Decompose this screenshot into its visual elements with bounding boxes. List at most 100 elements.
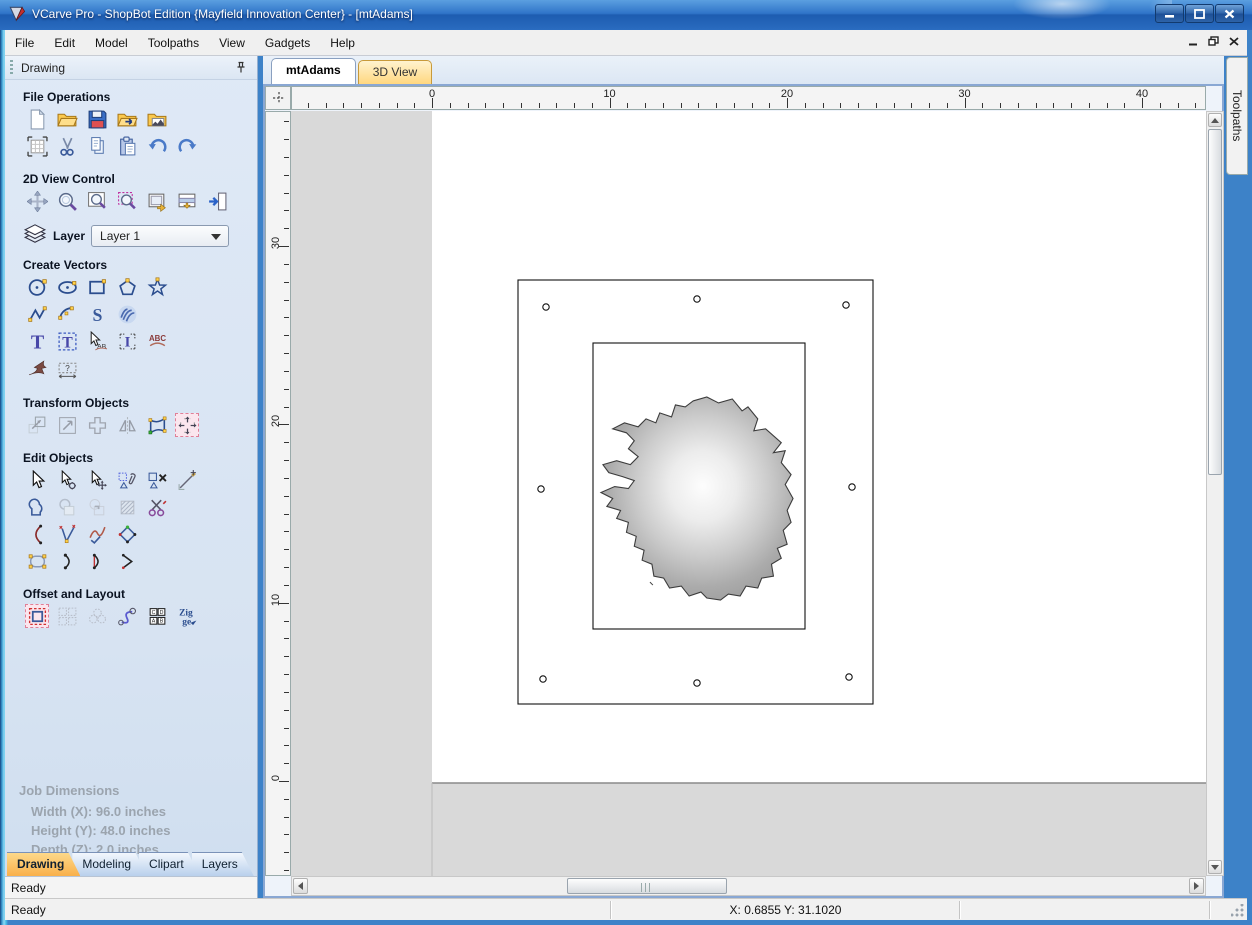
doc-tab-3d-view[interactable]: 3D View: [357, 60, 433, 84]
mirror-objects-icon[interactable]: [115, 413, 139, 437]
panel-grip[interactable]: [10, 60, 13, 76]
group-objects-icon[interactable]: [115, 468, 139, 492]
offset-vectors-icon[interactable]: [25, 604, 49, 628]
trace-bitmap-icon[interactable]: [25, 356, 49, 380]
arc-text-icon[interactable]: ABC: [145, 329, 169, 353]
copy-along-vectors-icon[interactable]: [115, 604, 139, 628]
join-vectors-line-icon[interactable]: [85, 549, 109, 573]
cut-icon[interactable]: [55, 134, 79, 158]
menu-view[interactable]: View: [209, 32, 255, 54]
job-setup-icon[interactable]: [25, 134, 49, 158]
select-tool-icon[interactable]: [25, 468, 49, 492]
fit-curve-icon[interactable]: [55, 522, 79, 546]
zoom-selection-icon[interactable]: [115, 189, 139, 213]
redo-icon[interactable]: [175, 134, 199, 158]
maximize-button[interactable]: [1185, 4, 1214, 23]
array-copy-icon[interactable]: [55, 604, 79, 628]
join-vectors-curve-icon[interactable]: [115, 549, 139, 573]
undo-icon[interactable]: [145, 134, 169, 158]
tab-drawing[interactable]: Drawing: [7, 852, 80, 876]
align-centre-icon[interactable]: [85, 413, 109, 437]
draw-ellipse-icon[interactable]: [55, 275, 79, 299]
measure-tool-icon[interactable]: [175, 468, 199, 492]
move-objects-icon[interactable]: [25, 413, 49, 437]
close-vector-icon[interactable]: [115, 522, 139, 546]
menu-model[interactable]: Model: [85, 32, 138, 54]
copy-icon[interactable]: [85, 134, 109, 158]
vertical-scroll-thumb[interactable]: [1208, 129, 1222, 475]
drill-hole[interactable]: [537, 485, 545, 493]
nesting-icon[interactable]: CDAB: [145, 604, 169, 628]
text-box-icon[interactable]: T: [55, 329, 79, 353]
draw-star-icon[interactable]: [145, 275, 169, 299]
drill-hole[interactable]: [539, 675, 547, 683]
node-edit-tool-icon[interactable]: [55, 468, 79, 492]
weld-vectors-icon[interactable]: [25, 495, 49, 519]
menu-file[interactable]: File: [5, 32, 44, 54]
minimize-button[interactable]: [1155, 4, 1184, 23]
ruler-origin-box[interactable]: [265, 86, 291, 110]
subtract-vectors-icon[interactable]: [55, 495, 79, 519]
pin-icon[interactable]: [235, 61, 247, 77]
drill-hole[interactable]: [542, 303, 550, 311]
doc-tab-mtadams[interactable]: mtAdams: [271, 58, 356, 84]
resize-grip[interactable]: [1231, 904, 1244, 917]
fill-vectors-icon[interactable]: [115, 495, 139, 519]
draw-polyline-icon[interactable]: [25, 302, 49, 326]
transform-tool-icon[interactable]: [85, 468, 109, 492]
text-select-icon[interactable]: I: [115, 329, 139, 353]
distort-object-icon[interactable]: [145, 413, 169, 437]
menu-toolpaths[interactable]: Toolpaths: [138, 32, 209, 54]
open-file-icon[interactable]: [55, 107, 79, 131]
draw-arc-icon[interactable]: [55, 302, 79, 326]
import-bitmap-icon[interactable]: [145, 107, 169, 131]
vector-texture-icon[interactable]: [115, 302, 139, 326]
text-on-curve-icon[interactable]: AB: [85, 329, 109, 353]
circular-copy-icon[interactable]: [85, 604, 109, 628]
draw-circle-icon[interactable]: [25, 275, 49, 299]
join-vectors-move-icon[interactable]: [55, 549, 79, 573]
draw-polygon-icon[interactable]: [115, 275, 139, 299]
zoom-drawing-icon[interactable]: [175, 189, 199, 213]
draw-curve-icon[interactable]: S: [85, 302, 109, 326]
ungroup-objects-icon[interactable]: [145, 468, 169, 492]
zoom-box-icon[interactable]: [85, 189, 109, 213]
mdi-restore-button[interactable]: [1208, 35, 1219, 49]
drill-hole[interactable]: [693, 679, 701, 687]
close-button[interactable]: [1215, 4, 1244, 23]
tab-layers[interactable]: Layers: [192, 852, 254, 876]
menu-gadgets[interactable]: Gadgets: [255, 32, 320, 54]
drawing-viewport[interactable]: [291, 111, 1206, 876]
pan-view-icon[interactable]: [25, 189, 49, 213]
save-file-icon[interactable]: [85, 107, 109, 131]
zigzag-vectors-icon[interactable]: Zig ge: [175, 604, 199, 628]
menu-edit[interactable]: Edit: [44, 32, 85, 54]
drill-hole[interactable]: [842, 301, 850, 309]
zoom-extents-icon[interactable]: [145, 189, 169, 213]
fit-line-icon[interactable]: [85, 522, 109, 546]
set-size-icon[interactable]: [55, 413, 79, 437]
dimension-icon[interactable]: ?: [55, 356, 79, 380]
mdi-close-button[interactable]: [1229, 35, 1239, 49]
vertical-scrollbar[interactable]: [1206, 111, 1224, 876]
align-objects-icon[interactable]: [175, 413, 199, 437]
toolpaths-tab[interactable]: Toolpaths: [1226, 57, 1248, 175]
import-vectors-icon[interactable]: [115, 107, 139, 131]
new-file-icon[interactable]: [25, 107, 49, 131]
drill-hole[interactable]: [845, 673, 853, 681]
drill-hole[interactable]: [848, 483, 856, 491]
scroll-right-button[interactable]: [1189, 878, 1204, 894]
layer-dropdown[interactable]: Layer 1: [91, 224, 230, 247]
scroll-up-button[interactable]: [1208, 113, 1222, 127]
horizontal-scroll-thumb[interactable]: [567, 878, 727, 894]
tab-clipart[interactable]: Clipart: [139, 852, 200, 876]
mdi-minimize-button[interactable]: [1189, 35, 1198, 49]
job-sheet[interactable]: [432, 111, 1206, 783]
create-text-icon[interactable]: T: [25, 329, 49, 353]
tab-modeling[interactable]: Modeling: [72, 852, 147, 876]
horizontal-scrollbar[interactable]: [291, 876, 1206, 896]
trim-vectors-icon[interactable]: [85, 495, 109, 519]
drill-hole[interactable]: [693, 295, 701, 303]
paste-icon[interactable]: [115, 134, 139, 158]
scroll-down-button[interactable]: [1208, 860, 1222, 874]
